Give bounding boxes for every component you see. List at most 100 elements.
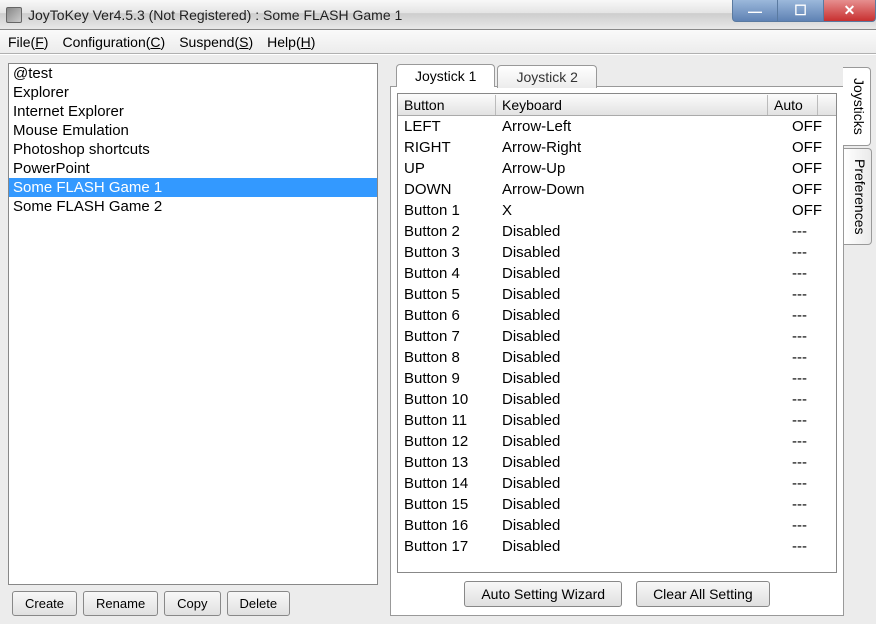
menu-help[interactable]: Help(H) bbox=[267, 34, 315, 50]
col-auto[interactable]: Auto bbox=[768, 95, 818, 115]
mapping-row[interactable]: Button 8Disabled--- bbox=[398, 347, 836, 368]
mapping-row[interactable]: Button 13Disabled--- bbox=[398, 452, 836, 473]
profile-row[interactable]: Photoshop shortcuts bbox=[9, 140, 377, 159]
left-pane: @testExplorerInternet ExplorerMouse Emul… bbox=[0, 55, 386, 624]
profile-row[interactable]: Mouse Emulation bbox=[9, 121, 377, 140]
delete-button[interactable]: Delete bbox=[227, 591, 291, 616]
mapping-row[interactable]: Button 9Disabled--- bbox=[398, 368, 836, 389]
mapping-row[interactable]: Button 2Disabled--- bbox=[398, 221, 836, 242]
side-tab-joysticks[interactable]: Joysticks bbox=[843, 67, 871, 146]
mapping-row[interactable]: Button 16Disabled--- bbox=[398, 515, 836, 536]
cell-keyboard: Disabled bbox=[496, 242, 786, 263]
profile-row[interactable]: PowerPoint bbox=[9, 159, 377, 178]
cell-keyboard: Disabled bbox=[496, 536, 786, 557]
mapping-row[interactable]: Button 1XOFF bbox=[398, 200, 836, 221]
create-button[interactable]: Create bbox=[12, 591, 77, 616]
cell-button: RIGHT bbox=[398, 137, 496, 158]
clear-all-setting-button[interactable]: Clear All Setting bbox=[636, 581, 770, 607]
cell-button: DOWN bbox=[398, 179, 496, 200]
cell-keyboard: Disabled bbox=[496, 221, 786, 242]
cell-button: Button 15 bbox=[398, 494, 496, 515]
menu-configuration[interactable]: Configuration(C) bbox=[62, 34, 165, 50]
bottom-buttons: Auto Setting Wizard Clear All Setting bbox=[397, 573, 837, 609]
table-body[interactable]: LEFTArrow-LeftOFFRIGHTArrow-RightOFFUPAr… bbox=[398, 116, 836, 572]
cell-auto: --- bbox=[786, 305, 836, 326]
mapping-row[interactable]: Button 3Disabled--- bbox=[398, 242, 836, 263]
joystick-tab[interactable]: Joystick 2 bbox=[497, 65, 596, 88]
profile-row[interactable]: Some FLASH Game 1 bbox=[9, 178, 377, 197]
cell-auto: OFF bbox=[786, 137, 836, 158]
mapping-row[interactable]: Button 11Disabled--- bbox=[398, 410, 836, 431]
menu-bar: File(F) Configuration(C) Suspend(S) Help… bbox=[0, 30, 876, 54]
cell-button: Button 5 bbox=[398, 284, 496, 305]
cell-auto: OFF bbox=[786, 158, 836, 179]
cell-button: Button 13 bbox=[398, 452, 496, 473]
cell-auto: --- bbox=[786, 536, 836, 557]
cell-keyboard: Disabled bbox=[496, 410, 786, 431]
cell-keyboard: Disabled bbox=[496, 368, 786, 389]
profile-row[interactable]: Some FLASH Game 2 bbox=[9, 197, 377, 216]
mapping-row[interactable]: LEFTArrow-LeftOFF bbox=[398, 116, 836, 137]
cell-auto: --- bbox=[786, 389, 836, 410]
right-pane: Joystick 1Joystick 2 Button Keyboard Aut… bbox=[386, 55, 876, 624]
rename-button[interactable]: Rename bbox=[83, 591, 158, 616]
mapping-row[interactable]: Button 17Disabled--- bbox=[398, 536, 836, 557]
joystick-tab[interactable]: Joystick 1 bbox=[396, 64, 495, 87]
mapping-area: Joystick 1Joystick 2 Button Keyboard Aut… bbox=[390, 63, 844, 616]
mapping-row[interactable]: Button 14Disabled--- bbox=[398, 473, 836, 494]
close-button[interactable]: ✕ bbox=[824, 0, 876, 22]
cell-auto: --- bbox=[786, 284, 836, 305]
cell-keyboard: Disabled bbox=[496, 452, 786, 473]
main-content: @testExplorerInternet ExplorerMouse Emul… bbox=[0, 54, 876, 624]
cell-button: Button 14 bbox=[398, 473, 496, 494]
profile-row[interactable]: @test bbox=[9, 64, 377, 83]
mapping-row[interactable]: Button 10Disabled--- bbox=[398, 389, 836, 410]
mapping-row[interactable]: Button 12Disabled--- bbox=[398, 431, 836, 452]
mapping-row[interactable]: Button 7Disabled--- bbox=[398, 326, 836, 347]
mapping-row[interactable]: RIGHTArrow-RightOFF bbox=[398, 137, 836, 158]
cell-keyboard: Disabled bbox=[496, 389, 786, 410]
cell-auto: --- bbox=[786, 326, 836, 347]
copy-button[interactable]: Copy bbox=[164, 591, 220, 616]
cell-auto: --- bbox=[786, 347, 836, 368]
cell-keyboard: Disabled bbox=[496, 473, 786, 494]
cell-keyboard: Arrow-Left bbox=[496, 116, 786, 137]
cell-button: Button 17 bbox=[398, 536, 496, 557]
profile-list[interactable]: @testExplorerInternet ExplorerMouse Emul… bbox=[8, 63, 378, 585]
side-tab-preferences[interactable]: Preferences bbox=[844, 148, 872, 245]
cell-auto: --- bbox=[786, 515, 836, 536]
cell-keyboard: Disabled bbox=[496, 305, 786, 326]
cell-button: UP bbox=[398, 158, 496, 179]
cell-keyboard: Arrow-Up bbox=[496, 158, 786, 179]
mapping-row[interactable]: Button 4Disabled--- bbox=[398, 263, 836, 284]
col-button[interactable]: Button bbox=[398, 95, 496, 115]
profile-buttons: Create Rename Copy Delete bbox=[8, 591, 378, 616]
profile-row[interactable]: Explorer bbox=[9, 83, 377, 102]
maximize-button[interactable]: ☐ bbox=[778, 0, 824, 22]
cell-auto: --- bbox=[786, 494, 836, 515]
cell-button: LEFT bbox=[398, 116, 496, 137]
mapping-row[interactable]: Button 15Disabled--- bbox=[398, 494, 836, 515]
window-title: JoyToKey Ver4.5.3 (Not Registered) : Som… bbox=[28, 7, 732, 23]
menu-suspend[interactable]: Suspend(S) bbox=[179, 34, 253, 50]
mapping-row[interactable]: DOWNArrow-DownOFF bbox=[398, 179, 836, 200]
cell-keyboard: Disabled bbox=[496, 347, 786, 368]
cell-auto: OFF bbox=[786, 200, 836, 221]
auto-setting-wizard-button[interactable]: Auto Setting Wizard bbox=[464, 581, 622, 607]
col-spacer bbox=[818, 103, 836, 107]
tab-body: Button Keyboard Auto LEFTArrow-LeftOFFRI… bbox=[390, 86, 844, 616]
mapping-row[interactable]: UPArrow-UpOFF bbox=[398, 158, 836, 179]
profile-row[interactable]: Internet Explorer bbox=[9, 102, 377, 121]
col-keyboard[interactable]: Keyboard bbox=[496, 95, 768, 115]
joystick-tabs: Joystick 1Joystick 2 bbox=[390, 63, 844, 86]
mapping-row[interactable]: Button 6Disabled--- bbox=[398, 305, 836, 326]
cell-auto: --- bbox=[786, 263, 836, 284]
mapping-row[interactable]: Button 5Disabled--- bbox=[398, 284, 836, 305]
menu-file[interactable]: File(F) bbox=[8, 34, 48, 50]
side-tabs: Joysticks Preferences bbox=[844, 63, 872, 616]
cell-keyboard: Disabled bbox=[496, 284, 786, 305]
cell-button: Button 11 bbox=[398, 410, 496, 431]
table-header: Button Keyboard Auto bbox=[398, 94, 836, 116]
minimize-button[interactable]: — bbox=[732, 0, 778, 22]
cell-keyboard: Disabled bbox=[496, 263, 786, 284]
